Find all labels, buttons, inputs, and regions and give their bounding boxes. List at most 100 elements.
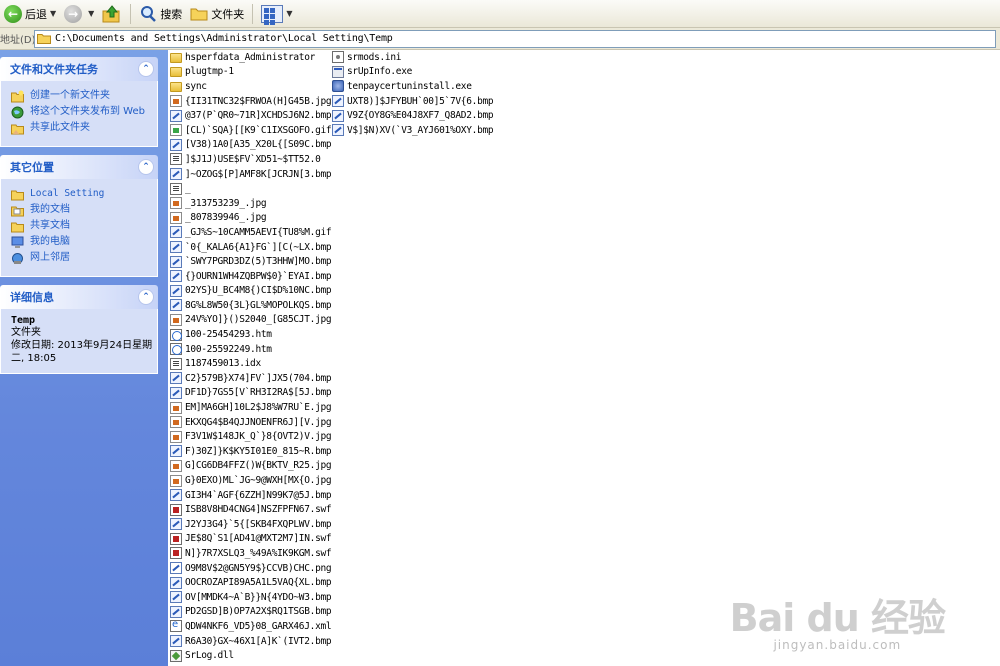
file-item[interactable]: `0{_KALA6{A1}FG`][C(~LX.bmp	[170, 240, 332, 255]
file-item[interactable]: V9Z{OY8G%E04J8XF7_Q8AD2.bmp	[332, 108, 494, 123]
file-tasks-header[interactable]: 文件和文件夹任务 ⌃	[0, 57, 158, 81]
file-item[interactable]: ]~OZOG$[P]AMF8K[JCRJN[3.bmp	[170, 167, 332, 182]
folder-item[interactable]: hsperfdata_Administrator	[170, 50, 331, 65]
file-item[interactable]: C2}579B}X74]FV`]JX5(704.bmp	[170, 371, 332, 386]
folder-item[interactable]: sync	[170, 79, 331, 94]
file-item[interactable]: {}OURN1WH4ZQBPW$0}`EYAI.bmp	[170, 269, 332, 284]
file-item[interactable]: 02YS}U_BC4M8{)CI$D%10NC.bmp	[170, 284, 332, 299]
back-button[interactable]: ← 后退 ▼	[0, 2, 60, 26]
file-item[interactable]: 100-25454293.htm	[170, 327, 331, 342]
file-name: J2YJ3G4}`5{[SKB4FXQPLWV.bmp	[185, 518, 332, 530]
place-network[interactable]: 网上邻居	[11, 252, 153, 265]
file-item[interactable]: EM]MA6GH]10L2$J8%W7RU`E.jpg	[170, 400, 332, 415]
file-item[interactable]: tenpaycertuninstall.exe	[332, 79, 493, 94]
file-item[interactable]: 1187459013.idx	[170, 356, 331, 371]
file-name: N]}7R7XSLQ3_%49A%IK9KGM.swf	[185, 547, 332, 559]
file-item[interactable]: srUpInfo.exe	[332, 65, 493, 80]
chevron-down-icon[interactable]: ▼	[286, 9, 292, 18]
jpg-file-icon	[170, 430, 182, 443]
doc-file-icon	[170, 357, 182, 370]
file-item[interactable]: G}0EXO)ML`JG~9@WXH[MX{O.jpg	[170, 473, 332, 488]
file-item[interactable]: _807839946_.jpg	[170, 211, 331, 226]
task-publish-web[interactable]: 将这个文件夹发布到 Web	[11, 106, 153, 119]
file-item[interactable]: N]}7R7XSLQ3_%49A%IK9KGM.swf	[170, 546, 332, 561]
place-shared-documents[interactable]: 共享文档	[11, 220, 153, 233]
details-header[interactable]: 详细信息 ⌃	[0, 285, 158, 309]
file-item[interactable]: `SWY7PGRD3DZ(5)T3HHW]MO.bmp	[170, 254, 332, 269]
search-button[interactable]: 搜索	[135, 2, 186, 26]
exe-file-icon	[332, 65, 344, 78]
chevron-down-icon[interactable]: ▼	[88, 9, 94, 18]
file-item[interactable]: F)30Z]}K$KY5I01E0_815~R.bmp	[170, 444, 332, 459]
file-item[interactable]: ]$J1J)USE$FV`XD51~$TT52.0	[170, 152, 331, 167]
file-item[interactable]: [V38)1A0[A35_X20L{[S09C.bmp	[170, 138, 332, 153]
place-my-documents[interactable]: 我的文档	[11, 204, 153, 217]
file-item[interactable]: F3V1W$148JK_Q`}8{OVT2)V.jpg	[170, 429, 332, 444]
file-item[interactable]: EKXQG4$B4QJJNOENFR6J][V.jpg	[170, 415, 332, 430]
place-local-setting[interactable]: Local Setting	[11, 188, 153, 201]
file-item[interactable]: UXT8)]$JFYBUH`00]5`7V{6.bmp	[332, 94, 494, 109]
computer-icon	[11, 236, 24, 248]
file-item[interactable]: @37(P`QR0~71R]XCHDSJ6N2.bmp	[170, 108, 332, 123]
collapse-icon[interactable]: ⌃	[138, 61, 154, 77]
chevron-down-icon[interactable]: ▼	[50, 9, 56, 18]
file-name: G}0EXO)ML`JG~9@WXH[MX{O.jpg	[185, 475, 332, 487]
file-item[interactable]: JE$8Q`S1[AD41@MXT2M7]IN.swf	[170, 532, 332, 547]
file-item[interactable]: 100-25592249.htm	[170, 342, 331, 357]
file-item[interactable]: J2YJ3G4}`5{[SKB4FXQPLWV.bmp	[170, 517, 332, 532]
address-label: 地址(D)	[0, 35, 34, 46]
forward-button[interactable]: → ▼	[60, 2, 98, 26]
collapse-icon[interactable]: ⌃	[138, 289, 154, 305]
file-tasks-body: 创建一个新文件夹 将这个文件夹发布到 Web 共享此文件夹	[0, 81, 158, 147]
bmp-file-icon	[170, 372, 182, 385]
new-folder-icon	[11, 90, 24, 103]
file-item[interactable]: V$]$N)XV(`V3_AYJ601%OXY.bmp	[332, 123, 494, 138]
views-icon	[261, 4, 284, 25]
file-item[interactable]: ISB8V8HD4CNG4]NSZFPFN67.swf	[170, 502, 332, 517]
folder-icon	[37, 34, 51, 44]
folder-file-icon	[170, 81, 182, 92]
file-item[interactable]: DF1D}7GS5[V`RH3I2RA$[5J.bmp	[170, 386, 332, 401]
file-item[interactable]: {II31TNC32$FRWOA(H]G45B.jpg	[170, 94, 332, 109]
file-item[interactable]: _	[170, 181, 331, 196]
task-label: 将这个文件夹发布到 Web	[30, 106, 145, 117]
file-item[interactable]: O9M8V$2@GN5Y9$}CCVB)CHC.png	[170, 561, 332, 576]
bmp-file-icon	[170, 445, 182, 458]
other-places-header[interactable]: 其它位置 ⌃	[0, 155, 158, 179]
file-item[interactable]: [CL)`SQA}[[K9`C1IXSGOFO.gif	[170, 123, 332, 138]
file-name: 100-25454293.htm	[185, 329, 272, 341]
file-item[interactable]: QDW4NKF6_VD5}08_GARX46J.xml	[170, 619, 332, 634]
file-item[interactable]: PD2GSD]B)OP7A2X$RQ1TSGB.bmp	[170, 605, 332, 620]
bmp-file-icon	[170, 605, 182, 618]
place-my-computer[interactable]: 我的电脑	[11, 236, 153, 249]
file-name: 02YS}U_BC4M8{)CI$D%10NC.bmp	[185, 285, 332, 297]
task-share-folder[interactable]: 共享此文件夹	[11, 122, 153, 135]
file-item[interactable]: OOCROZAPI89A5A1L5VAQ{XL.bmp	[170, 575, 332, 590]
file-item[interactable]: OV[MMDK4~A`B}}N{4YDO~W3.bmp	[170, 590, 332, 605]
file-item[interactable]: srmods.ini	[332, 50, 493, 65]
collapse-icon[interactable]: ⌃	[138, 159, 154, 175]
file-item[interactable]: G]CG6DB4FFZ()W{BKTV_R25.jpg	[170, 459, 332, 474]
file-name: srUpInfo.exe	[347, 66, 413, 78]
file-item[interactable]: _GJ%S~10CAMM5AEVI{TU8%M.gif	[170, 225, 332, 240]
address-input[interactable]: C:\Documents and Settings\Administrator\…	[34, 29, 996, 48]
up-button[interactable]	[98, 2, 126, 26]
network-icon	[12, 253, 23, 264]
bmp-file-icon	[170, 226, 182, 239]
file-item[interactable]: 8G%L8W50{3L}GL%MOPOLKQS.bmp	[170, 298, 332, 313]
file-name: plugtmp-1	[185, 66, 234, 78]
folders-button[interactable]: 文件夹	[186, 2, 248, 26]
folder-item[interactable]: plugtmp-1	[170, 65, 331, 80]
jpg-file-icon	[170, 401, 182, 414]
file-list[interactable]: hsperfdata_Administrator plugtmp-1 sync {II…	[168, 50, 1000, 666]
file-item[interactable]: _313753239_.jpg	[170, 196, 331, 211]
task-new-folder[interactable]: 创建一个新文件夹	[11, 90, 153, 103]
file-item[interactable]: R6A30}GX~46X1[A]K`(IVT2.bmp	[170, 634, 332, 649]
shared-folder-icon	[11, 222, 24, 233]
file-item[interactable]: GI3H4`AGF{6ZZH]N99K7@5J.bmp	[170, 488, 332, 503]
globe-icon	[11, 106, 24, 119]
folders-label: 文件夹	[211, 7, 245, 21]
file-item[interactable]: 24V%YO]}()S2040_[G85CJT.jpg	[170, 313, 332, 328]
file-item[interactable]: SrLog.dll	[170, 648, 331, 663]
views-button[interactable]: ▼	[257, 2, 296, 26]
